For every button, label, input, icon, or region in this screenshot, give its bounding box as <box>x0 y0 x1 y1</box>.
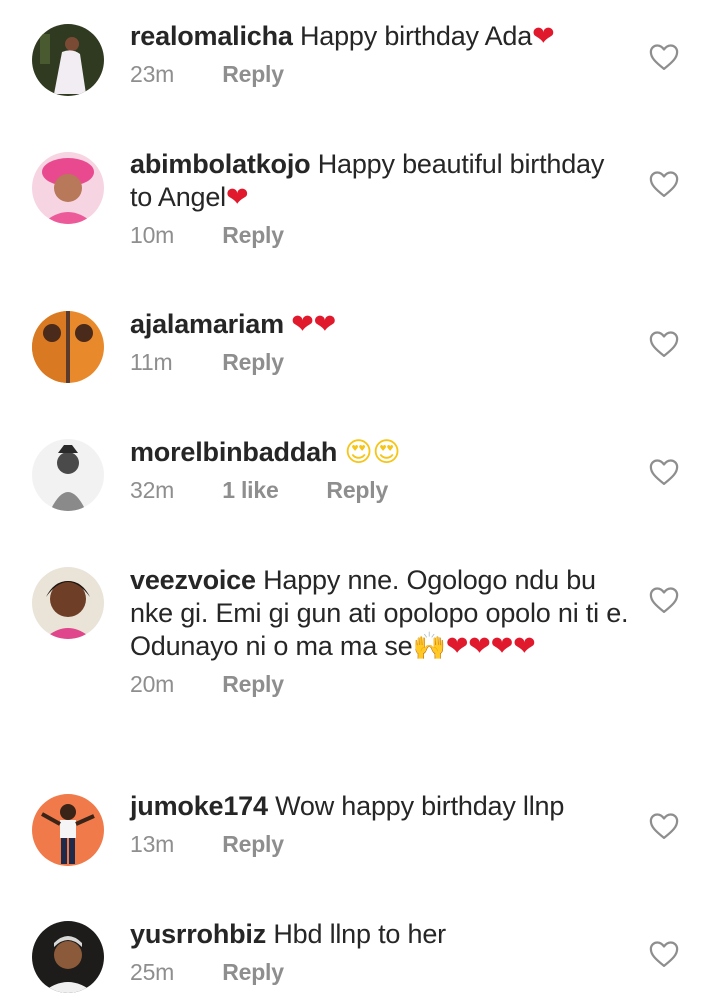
comment-username[interactable]: jumoke174 <box>130 791 268 821</box>
like-heart-icon[interactable] <box>649 43 679 71</box>
like-heart-icon[interactable] <box>649 812 679 840</box>
comment-time: 11m <box>130 349 173 375</box>
comment-body: realomalicha Happy birthday Ada❤ 23m Rep… <box>130 20 630 89</box>
avatar[interactable] <box>32 24 104 96</box>
comment-meta: 10m Reply <box>130 220 630 250</box>
comment-text: Hbd llnp to her <box>273 919 446 949</box>
comment-body: yusrrohbiz Hbd llnp to her 25m Reply <box>130 918 630 987</box>
reply-button[interactable]: Reply <box>222 829 284 859</box>
comment-time: 13m <box>130 831 175 857</box>
comment-meta: 13m Reply <box>130 829 630 859</box>
reply-button[interactable]: Reply <box>222 347 284 377</box>
like-heart-icon[interactable] <box>649 170 679 198</box>
avatar[interactable] <box>32 921 104 993</box>
comment-emoji: ❤❤ <box>291 309 337 340</box>
avatar[interactable] <box>32 439 104 511</box>
comment-body: abimbolatkojo Happy beautiful birthday t… <box>130 148 630 250</box>
comment-content: ajalamariam ❤❤ <box>130 308 630 341</box>
comment-emoji: ❤ <box>532 21 555 52</box>
comment-username[interactable]: abimbolatkojo <box>130 149 311 179</box>
comment-content: realomalicha Happy birthday Ada❤ <box>130 20 630 53</box>
comment-username[interactable]: ajalamariam <box>130 309 284 339</box>
comment-meta: 32m 1 like Reply <box>130 475 630 505</box>
comment-time: 10m <box>130 222 175 248</box>
comment-emoji: 🙌❤❤❤❤ <box>412 631 536 662</box>
comment-time: 32m <box>130 477 175 503</box>
comment-text: Wow happy birthday llnp <box>275 791 565 821</box>
reply-button[interactable]: Reply <box>222 957 284 987</box>
like-heart-icon[interactable] <box>649 330 679 358</box>
like-count[interactable]: 1 like <box>222 475 320 505</box>
comment-text: Happy birthday Ada <box>300 21 533 51</box>
reply-button[interactable]: Reply <box>326 475 388 505</box>
comment-body: jumoke174 Wow happy birthday llnp 13m Re… <box>130 790 630 859</box>
avatar[interactable] <box>32 794 104 866</box>
reply-button[interactable]: Reply <box>222 59 284 89</box>
comment-content: jumoke174 Wow happy birthday llnp <box>130 790 630 823</box>
comment-meta: 23m Reply <box>130 59 630 89</box>
comment-username[interactable]: yusrrohbiz <box>130 919 266 949</box>
comment-username[interactable]: realomalicha <box>130 21 293 51</box>
reply-button[interactable]: Reply <box>222 669 284 699</box>
avatar[interactable] <box>32 152 104 224</box>
avatar[interactable] <box>32 311 104 383</box>
avatar[interactable] <box>32 567 104 639</box>
comment-meta: 11m Reply <box>130 347 630 377</box>
comment-time: 25m <box>130 959 175 985</box>
comment-emoji: 😍😍 <box>344 437 401 468</box>
like-heart-icon[interactable] <box>649 940 679 968</box>
comment-emoji: ❤ <box>226 182 249 213</box>
comment-content: veezvoice Happy nne. Ogologo ndu bu nke … <box>130 564 630 663</box>
comment-content: abimbolatkojo Happy beautiful birthday t… <box>130 148 630 214</box>
comment-body: ajalamariam ❤❤ 11m Reply <box>130 308 630 377</box>
comment-time: 23m <box>130 61 175 87</box>
comment-meta: 25m Reply <box>130 957 630 987</box>
comment-time: 20m <box>130 671 175 697</box>
comment-body: veezvoice Happy nne. Ogologo ndu bu nke … <box>130 564 630 699</box>
like-heart-icon[interactable] <box>649 458 679 486</box>
comment-username[interactable]: morelbinbaddah <box>130 437 337 467</box>
comment-body: morelbinbaddah 😍😍 32m 1 like Reply <box>130 436 630 505</box>
reply-button[interactable]: Reply <box>222 220 284 250</box>
comment-content: yusrrohbiz Hbd llnp to her <box>130 918 630 951</box>
comment-content: morelbinbaddah 😍😍 <box>130 436 630 469</box>
comment-username[interactable]: veezvoice <box>130 565 256 595</box>
like-heart-icon[interactable] <box>649 586 679 614</box>
comment-meta: 20m Reply <box>130 669 630 699</box>
